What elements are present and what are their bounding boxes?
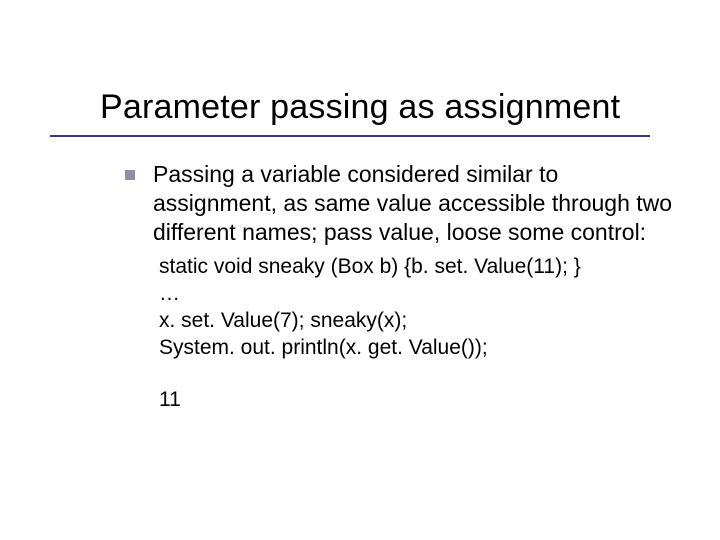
title-underline [50, 135, 650, 137]
code-line: … [159, 281, 685, 308]
slide-body: Passing a variable considered similar to… [125, 160, 685, 412]
slide: Parameter passing as assignment Passing … [0, 0, 720, 540]
code-line: x. set. Value(7); sneaky(x); [159, 308, 685, 335]
code-line: static void sneaky (Box b) {b. set. Valu… [159, 254, 685, 281]
square-bullet-icon [125, 170, 135, 180]
code-line: System. out. println(x. get. Value()); [159, 335, 685, 362]
code-block: static void sneaky (Box b) {b. set. Valu… [159, 254, 685, 362]
slide-title: Parameter passing as assignment [100, 88, 620, 127]
body-paragraph: Passing a variable considered similar to… [153, 160, 685, 246]
bullet-item: Passing a variable considered similar to… [125, 160, 685, 246]
output-value: 11 [159, 388, 685, 412]
